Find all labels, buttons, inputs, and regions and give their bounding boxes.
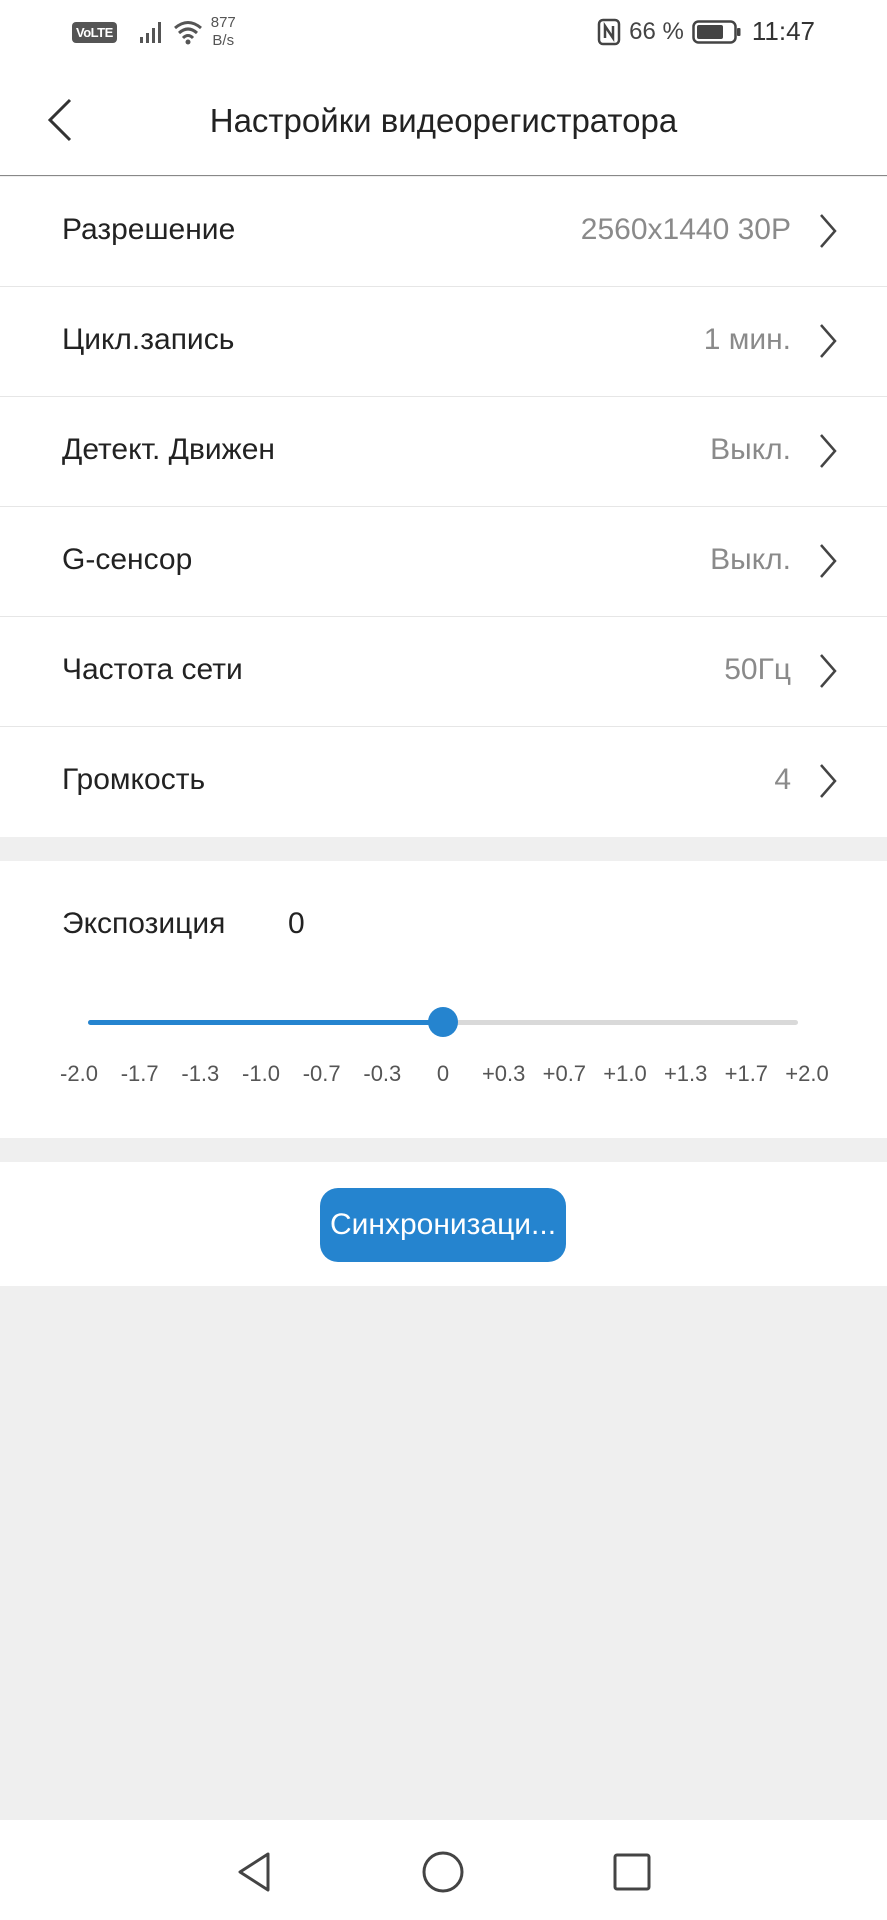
exposure-tick-label: -1.0	[242, 1061, 280, 1086]
setting-value: 2560x1440 30P	[580, 213, 791, 246]
setting-frequency[interactable]: Частота сети 50Гц	[0, 617, 887, 727]
clock: 11:47	[751, 16, 815, 46]
setting-value: Выкл.	[710, 543, 791, 576]
wifi-icon	[173, 21, 202, 45]
signal-icon	[139, 22, 161, 43]
status-left: VoLTE 877 B/s	[72, 14, 236, 50]
setting-g-sensor[interactable]: G-сенсор Выкл.	[0, 507, 887, 617]
exposure-tick-label: +0.3	[481, 1061, 526, 1086]
chevron-right-icon	[820, 654, 837, 688]
net-speed: 877 B/s	[211, 14, 236, 50]
exposure-tick-labels: -2.0 -1.7 -1.3 -1.0 -0.7 -0.3 0 +0.3 +0.7 +1.0 +1.…	[0, 1061, 887, 1095]
exposure-tick-label: +2.0	[785, 1061, 829, 1086]
setting-label: Разрешение	[62, 213, 236, 246]
nav-back-icon[interactable]	[232, 1850, 276, 1894]
header: Настройки видеорегистратора	[0, 64, 887, 176]
setting-label: Цикл.запись	[62, 323, 235, 356]
page-title: Настройки видеорегистратора	[209, 102, 678, 139]
sync-button[interactable]: Синхронизаци...	[320, 1188, 566, 1262]
setting-motion-detection[interactable]: Детект. Движен Выкл.	[0, 397, 887, 507]
setting-value: 50Гц	[724, 653, 791, 686]
status-right: 66 % 11:47	[597, 16, 815, 47]
chevron-right-icon	[820, 324, 837, 358]
slider-thumb[interactable]	[428, 1007, 458, 1037]
exposure-tick-label: +1.0	[603, 1061, 647, 1086]
setting-label: Частота сети	[62, 653, 243, 686]
setting-loop-recording[interactable]: Цикл.запись 1 мин.	[0, 287, 887, 397]
exposure-tick-label: +0.7	[542, 1061, 587, 1086]
setting-value: 4	[774, 763, 791, 796]
exposure-tick-label: -1.7	[120, 1061, 159, 1086]
settings-list: Разрешение 2560x1440 30P Цикл.запись 1 м…	[0, 177, 887, 837]
net-speed-unit: B/s	[212, 32, 235, 49]
status-bar: VoLTE 877 B/s 66 % 11:47	[0, 0, 887, 64]
setting-label: Детект. Движен	[62, 433, 275, 466]
nav-recent-icon[interactable]	[612, 1852, 652, 1892]
exposure-section: Экспозиция 0 -2.0 -1.7 -1.3 -1.0 -0.7 -0.3 0 +0…	[0, 861, 887, 1138]
setting-label: Громкость	[62, 763, 206, 796]
nav-bar	[0, 1820, 887, 1920]
sync-section: Синхронизаци...	[0, 1162, 887, 1286]
exposure-tick-label: +1.3	[663, 1061, 708, 1086]
battery-percent: 66 %	[629, 17, 684, 45]
slider-fill	[88, 1020, 443, 1025]
exposure-label: Экспозиция	[62, 907, 226, 940]
exposure-slider[interactable]	[88, 1007, 798, 1037]
volte-icon: VoLTE	[72, 21, 117, 43]
exposure-tick-label: -0.7	[302, 1061, 341, 1086]
chevron-right-icon	[820, 764, 837, 798]
chevron-right-icon	[820, 214, 837, 248]
setting-volume[interactable]: Громкость 4	[0, 727, 887, 837]
setting-label: G-сенсор	[62, 543, 193, 576]
chevron-right-icon	[820, 434, 837, 468]
screen: VoLTE 877 B/s 66 % 11:47 Настройки видео…	[0, 0, 887, 1920]
exposure-value: 0	[288, 907, 305, 940]
exposure-tick-label: -0.3	[363, 1061, 402, 1086]
chevron-right-icon	[820, 544, 837, 578]
setting-value: 1 мин.	[703, 323, 791, 356]
nav-home-icon[interactable]	[421, 1850, 465, 1894]
exposure-tick-label: -1.3	[181, 1061, 220, 1086]
exposure-tick-label: +1.7	[724, 1061, 769, 1086]
exposure-tick-label: 0	[436, 1061, 450, 1086]
nfc-icon	[597, 18, 621, 45]
net-speed-value: 877	[210, 14, 236, 31]
setting-resolution[interactable]: Разрешение 2560x1440 30P	[0, 177, 887, 287]
battery-icon	[692, 19, 741, 44]
exposure-tick-label: -2.0	[60, 1061, 98, 1086]
setting-value: Выкл.	[710, 433, 791, 466]
